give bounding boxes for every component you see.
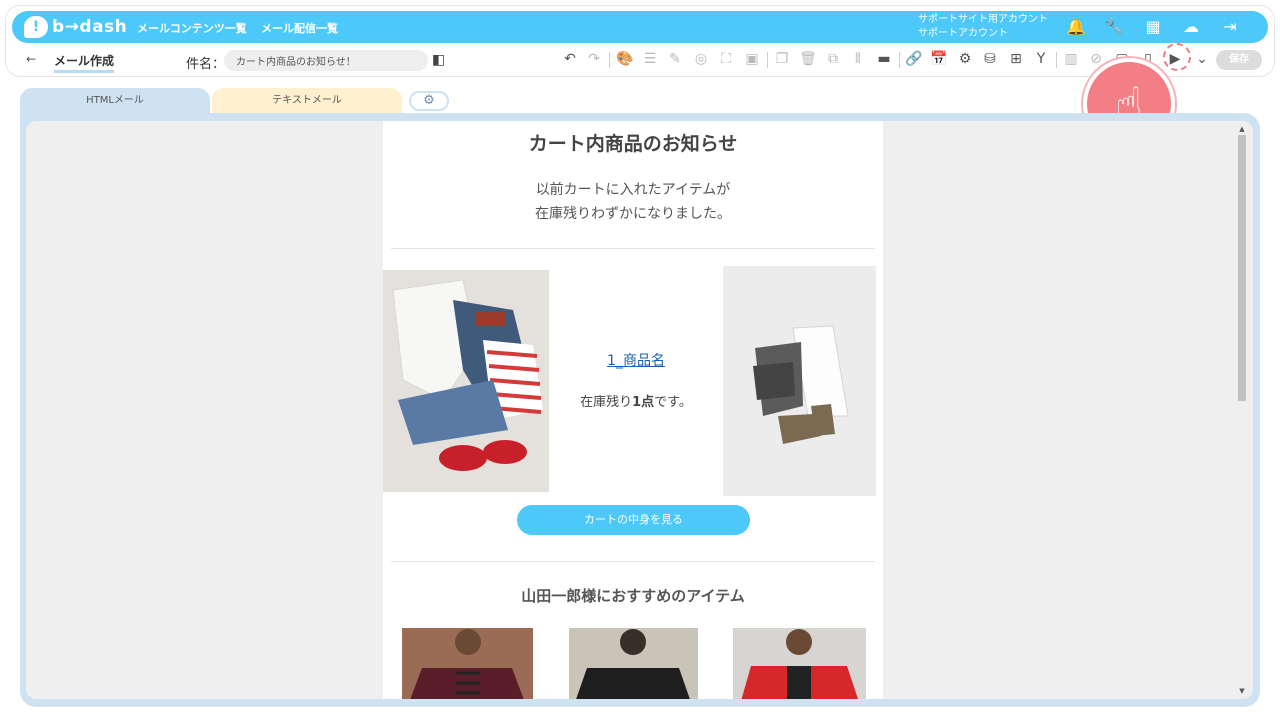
product-image-right[interactable] [723,266,876,496]
redo-icon[interactable]: ↷ [584,49,604,69]
preview-highlight-ring [1163,43,1191,71]
bell-icon[interactable]: 🔔 [1065,16,1087,38]
tab-html-mail[interactable]: HTMLメール [20,88,210,114]
image-icon[interactable]: ▣ [742,49,762,69]
mail-title[interactable]: カート内商品のお知らせ [383,129,883,156]
link-icon[interactable]: 🔗 [904,49,924,69]
bdash-logo[interactable]: ! b→dash [24,15,127,39]
target-icon[interactable]: ◎ [691,49,711,69]
editor-toolbar: ← メール作成 件名： ◧ ↶ ↷ 🎨 ☰ ✎ ◎ ⛶ ▣ ❐ 🗑 ⧉ ⦀ ▬ … [12,46,1268,74]
stock-text[interactable]: 在庫残り1点です。 [549,391,723,410]
settings-gear-icon[interactable]: ⚙ [409,91,449,111]
align-icon[interactable]: ☰ [640,49,660,69]
trash-icon[interactable]: 🗑 [798,49,818,69]
pen-icon[interactable]: ✎ [665,49,685,69]
scroll-up-icon[interactable]: ▲ [1237,125,1247,133]
product-name-link[interactable]: 1_商品名 [549,350,723,370]
subject-label: 件名： [186,57,226,72]
back-arrow-icon[interactable]: ← [26,52,36,66]
add-note-icon[interactable]: ⊞ [1006,49,1026,69]
brain-icon[interactable]: ☁ [1180,16,1202,38]
divider [391,248,875,249]
save-button[interactable]: 保存 [1216,50,1262,70]
subject-input[interactable] [224,50,428,71]
scroll-thumb[interactable] [1238,135,1246,401]
toolbar-divider [899,52,900,68]
lead-line-1: 以前カートに入れたアイテムが [535,182,731,198]
editor-canvas: カート内商品のお知らせ 以前カートに入れたアイテムが 在庫残りわずかになりました… [26,121,1253,699]
copy-icon[interactable]: ❐ [772,49,792,69]
logout-icon[interactable]: ⇥ [1219,16,1241,38]
duplicate-icon[interactable]: ⧉ [823,49,843,69]
stock-prefix: 在庫残り [580,395,633,410]
recommend-item-3[interactable] [733,628,866,699]
toolbar-divider [767,52,768,68]
tab-text-mail[interactable]: テキストメール [212,88,402,114]
nav-mail-content-list[interactable]: メールコンテンツ一覧 [137,20,247,36]
columns-icon[interactable]: ⦀ [848,49,868,69]
wrench-icon[interactable]: 🔧 [1103,16,1125,38]
scroll-down-icon[interactable]: ▼ [1237,687,1247,695]
stock-count: 1点 [632,395,655,410]
lead-line-2: 在庫残りわずかになりました。 [535,206,731,222]
schedule-icon[interactable]: ◧ [432,52,445,68]
chevron-down-icon[interactable]: ⌄ [1192,49,1212,69]
stock-suffix: です。 [654,395,692,410]
palette-icon[interactable]: 🎨 [615,49,635,69]
recommend-item-1[interactable] [402,628,533,699]
rows-icon[interactable]: ▬ [874,49,894,69]
split-icon[interactable]: Y [1031,49,1051,69]
toolbar-divider [1056,52,1057,68]
account-name: サポートアカウント [918,28,1008,39]
logo-text: b→dash [52,17,128,37]
fullscreen-icon[interactable]: ⛶ [716,49,736,69]
undo-icon[interactable]: ↶ [560,49,580,69]
calendar-icon[interactable]: 📅 [929,49,949,69]
grid-icon[interactable]: ▦ [1142,16,1164,38]
nav-mail-delivery-list[interactable]: メール配信一覧 [261,20,338,36]
product-image-left[interactable] [383,270,549,492]
gears-icon[interactable]: ⚙ [955,49,975,69]
barcode-icon[interactable]: ▥ [1061,49,1081,69]
page-title: メール作成 [54,52,115,73]
divider [391,561,875,562]
logo-mark: ! [24,16,48,38]
editor-scrollbar[interactable]: ▲ ▼ [1237,125,1247,695]
recommend-item-2[interactable] [569,628,698,699]
editor-panel: カート内商品のお知らせ 以前カートに入れたアイテムが 在庫残りわずかになりました… [20,113,1260,707]
mail-preview: カート内商品のお知らせ 以前カートに入れたアイテムが 在庫残りわずかになりました… [383,121,883,699]
mail-lead-text[interactable]: 以前カートに入れたアイテムが 在庫残りわずかになりました。 [383,178,883,226]
recommend-title[interactable]: 山田一郎様におすすめのアイテム [383,585,883,606]
account-info[interactable]: サポートサイト用アカウント サポートアカウント [918,13,1048,41]
view-cart-button[interactable]: カートの中身を見る [517,505,750,535]
database-icon[interactable]: ⛁ [980,49,1000,69]
top-navigation-bar: ! b→dash メールコンテンツ一覧 メール配信一覧 サポートサイト用アカウン… [12,11,1268,43]
toolbar-divider [609,52,610,68]
account-site: サポートサイト用アカウント [918,14,1048,25]
